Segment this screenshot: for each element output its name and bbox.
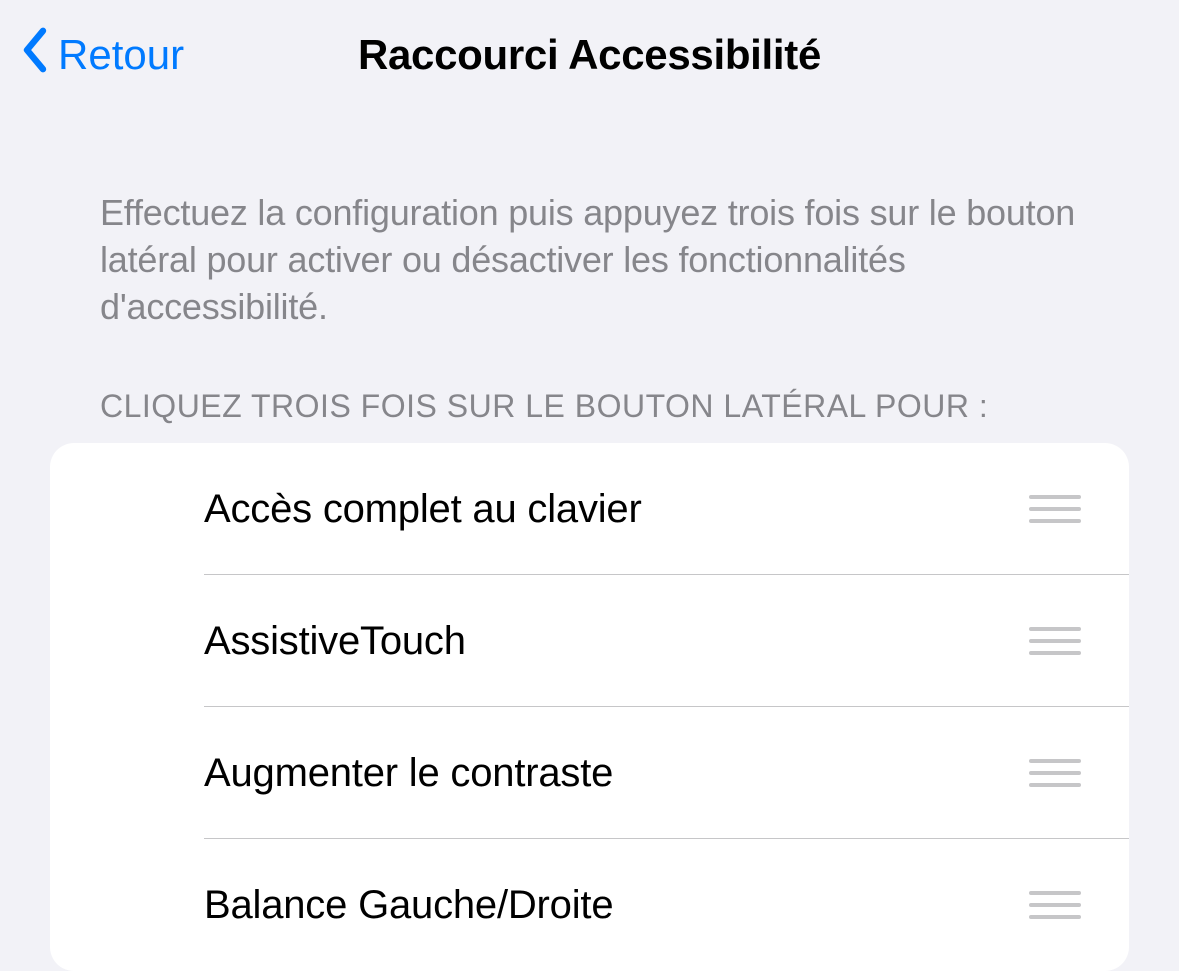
drag-handle-icon[interactable] — [1029, 627, 1081, 655]
list-item-increase-contrast[interactable]: Augmenter le contraste — [50, 707, 1129, 839]
shortcut-list: Accès complet au clavier AssistiveTouch … — [50, 443, 1129, 971]
description-text: Effectuez la configuration puis appuyez … — [50, 110, 1129, 330]
back-label: Retour — [58, 31, 184, 79]
list-item-label: Balance Gauche/Droite — [204, 883, 613, 928]
list-item-assistivetouch[interactable]: AssistiveTouch — [50, 575, 1129, 707]
list-item-label: AssistiveTouch — [204, 619, 466, 664]
drag-handle-icon[interactable] — [1029, 495, 1081, 523]
back-button[interactable]: Retour — [20, 26, 184, 84]
section-header: CLIQUEZ TROIS FOIS SUR LE BOUTON LATÉRAL… — [50, 330, 1129, 443]
content: Effectuez la configuration puis appuyez … — [0, 110, 1179, 971]
list-item-label: Augmenter le contraste — [204, 751, 613, 796]
drag-handle-icon[interactable] — [1029, 891, 1081, 919]
list-item-full-keyboard-access[interactable]: Accès complet au clavier — [50, 443, 1129, 575]
drag-handle-icon[interactable] — [1029, 759, 1081, 787]
page-title: Raccourci Accessibilité — [358, 31, 821, 79]
chevron-left-icon — [20, 26, 50, 84]
navbar: Retour Raccourci Accessibilité — [0, 0, 1179, 110]
list-item-label: Accès complet au clavier — [204, 487, 642, 532]
list-item-left-right-balance[interactable]: Balance Gauche/Droite — [50, 839, 1129, 971]
